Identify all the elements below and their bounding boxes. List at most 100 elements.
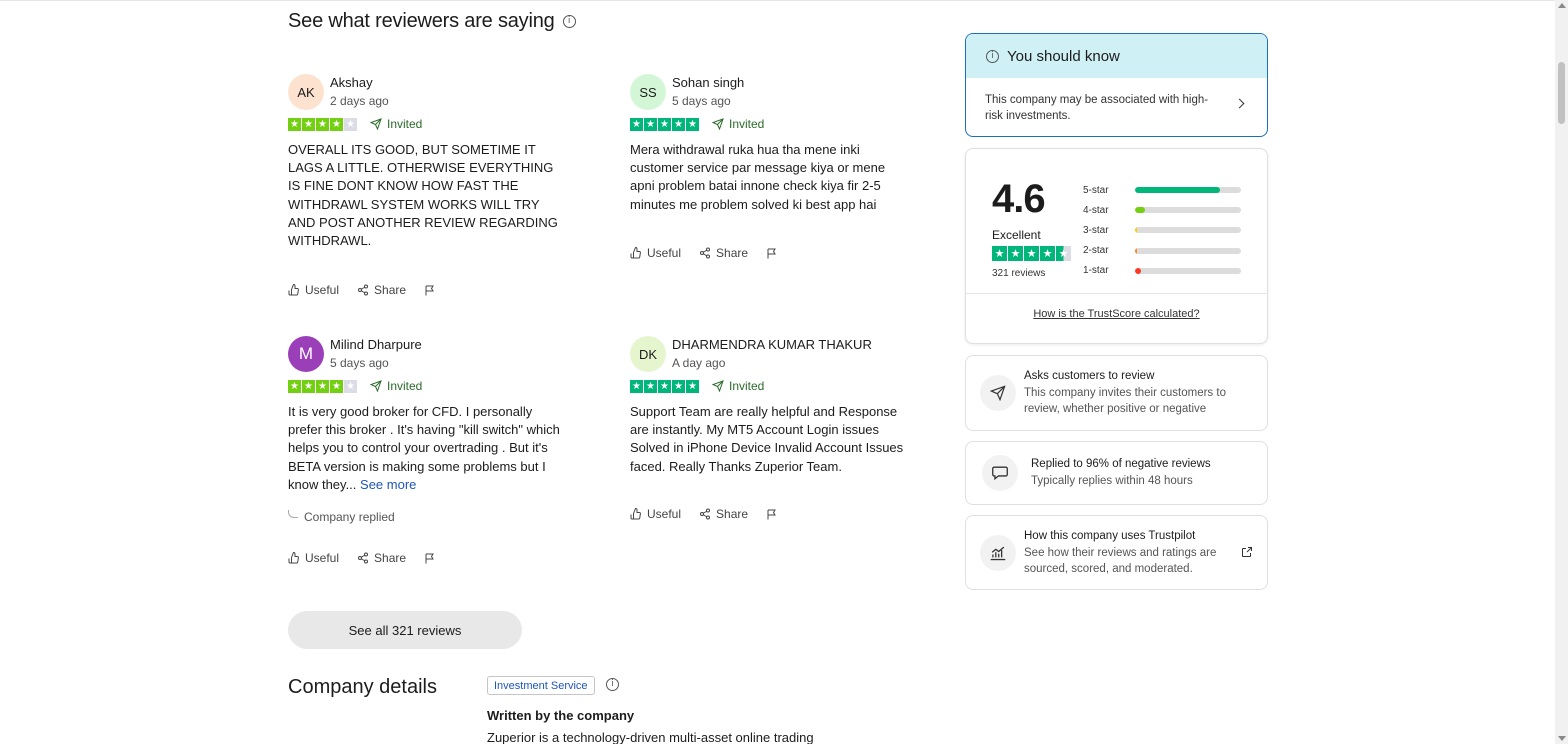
star-icon: ★ (1008, 246, 1023, 261)
you-should-know-card[interactable]: i You should know This company may be as… (965, 33, 1268, 137)
star-icon: ★ (316, 380, 329, 393)
reviewer-name[interactable]: Milind Dharpure (330, 337, 422, 352)
info-card-subtitle: Typically replies within 48 hours (1031, 475, 1193, 487)
distribution-row[interactable]: 3-star (1083, 220, 1241, 240)
star-rating: ★ ★ ★ ★ ★ (288, 118, 357, 131)
info-icon[interactable]: i (606, 678, 619, 691)
share-button[interactable]: Share (699, 507, 748, 521)
distribution-row[interactable]: 2-star (1083, 241, 1241, 261)
distribution-bar (1135, 247, 1241, 254)
scrollbar[interactable] (1555, 0, 1568, 744)
review-date: A day ago (672, 356, 726, 370)
company-details-title: Company details (288, 676, 437, 698)
invited-badge[interactable]: Invited (712, 379, 764, 393)
distribution-bar (1135, 227, 1241, 234)
star-icon: ★ (672, 118, 685, 131)
paper-plane-icon (712, 118, 724, 130)
scroll-thumb[interactable] (1558, 62, 1565, 124)
report-button[interactable] (424, 552, 436, 565)
review-card: DK DHARMENDRA KUMAR THAKUR A day ago ★ ★ ★… (630, 336, 930, 536)
review-count[interactable]: 321 reviews (992, 268, 1045, 279)
distribution-fill (1135, 187, 1220, 194)
flag-icon (425, 285, 434, 295)
star-icon: ★ (630, 380, 643, 393)
company-replied-label: Company replied (304, 510, 395, 524)
useful-button[interactable]: Useful (630, 246, 681, 260)
avatar[interactable]: DK (630, 336, 666, 372)
avatar[interactable]: M (288, 336, 324, 372)
reviewer-name[interactable]: DHARMENDRA KUMAR THAKUR (672, 337, 872, 352)
trustscore-card: 4.6 Excellent ★ ★ ★ ★ ★ 321 reviews 5-star 4-… (965, 148, 1268, 344)
reply-hook-icon (288, 510, 298, 518)
trustscore-stars: ★ ★ ★ ★ ★ (992, 246, 1071, 261)
flag-icon (767, 509, 776, 519)
trustscore-info-link[interactable]: How is the TrustScore calculated? (966, 308, 1267, 320)
distribution-fill (1135, 227, 1138, 234)
section-title-text: See what reviewers are saying (288, 10, 555, 32)
see-more-link[interactable]: See more (360, 477, 416, 492)
category-tag[interactable]: Investment Service (487, 676, 595, 695)
report-button[interactable] (766, 247, 778, 260)
info-card-title: Asks customers to review (1024, 370, 1155, 382)
info-card-title: How this company uses Trustpilot (1024, 530, 1196, 542)
star-icon: ★ (686, 118, 699, 131)
review-date: 5 days ago (330, 356, 389, 370)
see-all-reviews-button[interactable]: See all 321 reviews (288, 611, 522, 649)
share-button[interactable]: Share (357, 283, 406, 297)
share-button[interactable]: Share (357, 551, 406, 565)
useful-button[interactable]: Useful (630, 507, 681, 521)
star-icon: ★ (1056, 246, 1071, 261)
review-actions: Useful Share (288, 551, 454, 565)
info-card-asks-reviews[interactable]: Asks customers to review This company in… (965, 355, 1268, 431)
scroll-up-arrow-icon[interactable] (1558, 3, 1566, 8)
share-button[interactable]: Share (699, 246, 748, 260)
review-date: 2 days ago (330, 94, 389, 108)
scroll-down-arrow-icon[interactable] (1558, 736, 1566, 741)
company-replied[interactable]: Company replied (288, 510, 395, 524)
useful-button[interactable]: Useful (288, 551, 339, 565)
distribution-bar (1135, 187, 1241, 194)
report-button[interactable] (766, 508, 778, 521)
trustscore-value: 4.6 (992, 177, 1046, 221)
review-text[interactable]: It is very good broker for CFD. I person… (288, 403, 566, 494)
report-button[interactable] (424, 284, 436, 297)
star-icon: ★ (992, 246, 1007, 261)
share-icon (700, 247, 711, 259)
useful-label: Useful (647, 246, 682, 260)
star-rating: ★ ★ ★ ★ ★ (288, 380, 357, 393)
rating-distribution: 5-star 4-star 3-star 2-star 1-star (1083, 180, 1241, 281)
avatar[interactable]: SS (630, 74, 666, 110)
reviewer-name[interactable]: Akshay (330, 75, 373, 90)
share-label: Share (716, 507, 749, 521)
reviewer-name[interactable]: Sohan singh (672, 75, 744, 90)
review-text[interactable]: Support Team are really helpful and Resp… (630, 403, 912, 476)
avatar[interactable]: AK (288, 74, 324, 110)
distribution-row[interactable]: 1-star (1083, 261, 1241, 281)
review-card: SS Sohan singh 5 days ago ★ ★ ★ ★ ★ Invited … (630, 74, 930, 274)
info-card-replies[interactable]: Replied to 96% of negative reviews Typic… (965, 441, 1268, 505)
info-card-trustpilot-usage[interactable]: How this company uses Trustpilot See how… (965, 515, 1268, 590)
review-text[interactable]: Mera withdrawal ruka hua tha mene inki c… (630, 141, 910, 214)
distribution-fill (1135, 207, 1145, 214)
chart-icon (980, 535, 1016, 571)
star-icon: ★ (644, 118, 657, 131)
paper-plane-icon (370, 380, 382, 392)
info-icon: i (986, 49, 999, 63)
thumbs-up-icon (630, 247, 641, 259)
star-icon: ★ (288, 118, 301, 131)
invited-badge[interactable]: Invited (712, 117, 764, 131)
invited-badge[interactable]: Invited (370, 117, 422, 131)
thumbs-up-icon (288, 284, 299, 296)
useful-button[interactable]: Useful (288, 283, 339, 297)
invited-label: Invited (387, 379, 423, 393)
share-icon (358, 552, 369, 564)
review-actions: Useful Share (630, 246, 796, 260)
info-icon[interactable]: i (562, 15, 576, 28)
review-text[interactable]: OVERALL ITS GOOD, BUT SOMETIME IT LAGS A… (288, 141, 566, 250)
review-text-body: It is very good broker for CFD. I person… (288, 404, 560, 492)
distribution-row[interactable]: 4-star (1083, 200, 1241, 220)
you-should-know-header: i You should know (966, 34, 1267, 78)
distribution-row[interactable]: 5-star (1083, 180, 1241, 200)
invited-badge[interactable]: Invited (370, 379, 422, 393)
speech-bubble-icon (982, 455, 1018, 491)
